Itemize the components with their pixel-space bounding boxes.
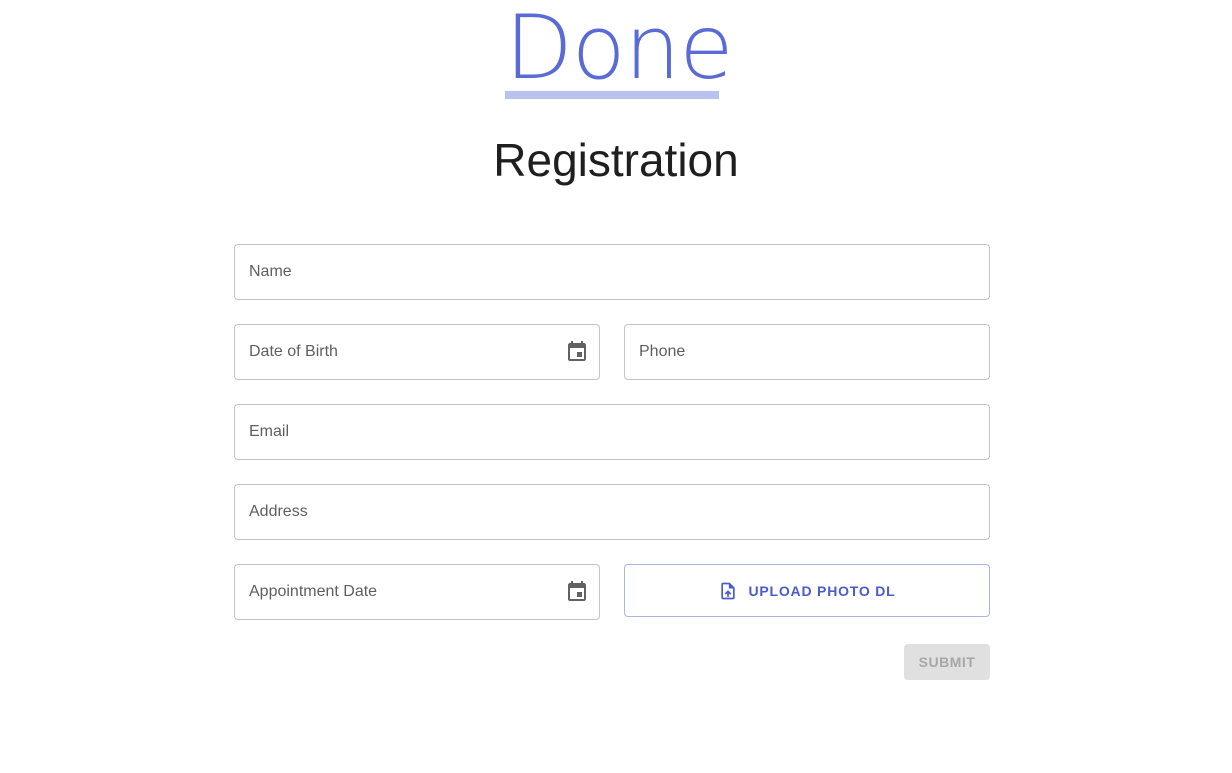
- name-field[interactable]: Name: [234, 244, 990, 300]
- date-of-birth-field-label: Date of Birth: [249, 343, 338, 360]
- submit-button[interactable]: SUBMIT: [904, 644, 990, 680]
- upload-photo-dl-button[interactable]: UPLOAD PHOTO DL: [624, 564, 990, 617]
- address-field-label: Address: [249, 503, 308, 520]
- phone-field-label: Phone: [639, 343, 686, 360]
- address-field[interactable]: Address: [234, 484, 990, 540]
- done-link[interactable]: Done: [505, 0, 734, 99]
- calendar-icon[interactable]: [565, 340, 589, 364]
- date-of-birth-field[interactable]: Date of Birth: [234, 324, 600, 380]
- email-field[interactable]: Email: [234, 404, 990, 460]
- done-link-text: Done: [505, 0, 734, 99]
- upload-photo-dl-label: UPLOAD PHOTO DL: [748, 582, 896, 599]
- file-upload-icon: [721, 582, 736, 599]
- registration-page: Done Registration Name Date of Birth Pho…: [0, 0, 1232, 773]
- email-field-label: Email: [249, 423, 290, 440]
- name-field-label: Name: [249, 263, 292, 280]
- done-link-underline: [505, 91, 719, 99]
- phone-field[interactable]: Phone: [624, 324, 990, 380]
- appointment-date-field-label: Appointment Date: [249, 583, 378, 600]
- page-title: Registration: [493, 134, 739, 186]
- calendar-icon[interactable]: [565, 580, 589, 604]
- appointment-date-field[interactable]: Appointment Date: [234, 564, 600, 620]
